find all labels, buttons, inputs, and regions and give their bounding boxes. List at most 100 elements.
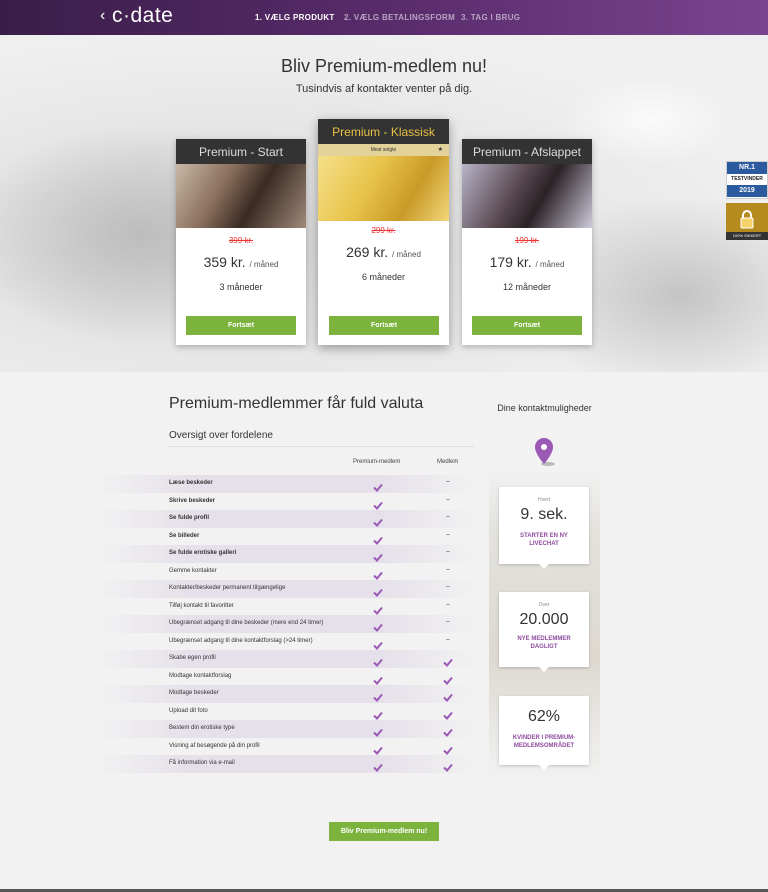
benefit-label: Se fulde profil [169, 515, 210, 521]
check-icon [373, 479, 383, 492]
lock-icon [740, 210, 754, 229]
plan-duration: 3 måneder [219, 282, 263, 292]
dash-icon: – [446, 548, 450, 555]
table-row: Få information via e-mail [95, 755, 475, 773]
plan-card-klassisk: Premium - Klassisk Mest solgte ★ 299 kr.… [318, 119, 449, 345]
divider [169, 446, 474, 447]
table-row: Bestem din erotiske type [95, 720, 475, 738]
check-icon [443, 759, 453, 772]
table-row: Læse beskeder – [95, 475, 475, 493]
benefits-title: Premium-medlemmer får fuld valuta [169, 395, 424, 412]
check-icon [443, 742, 453, 755]
check-icon [373, 602, 383, 615]
table-row: Tilføj kontakt til favoritter – [95, 598, 475, 616]
stat-new-members: Over 20.000 NYE MEDLEMMER DAGLIGT [499, 592, 589, 672]
testvinder-badge: NR.1 TESTVINDER 2019 [726, 161, 768, 199]
benefit-label: Ubegrænset adgang til dine kontaktforsla… [169, 637, 313, 644]
plan-photo [462, 164, 592, 228]
dash-icon: – [446, 618, 450, 625]
check-icon [373, 532, 383, 545]
benefit-label: Kontakter/beskeder permanent tilgængelig… [169, 585, 286, 591]
col-premium: Premium-medlem [353, 459, 401, 465]
plan-photo [318, 156, 449, 221]
benefit-label: Se billeder [169, 532, 200, 539]
benefit-label: Modtage kontaktforslag [169, 672, 232, 679]
secure-badge: 100% SIKKERT [726, 203, 768, 240]
plan-duration: 6 måneder [361, 272, 406, 282]
table-row: Se fulde erotiske galleri – [95, 545, 475, 563]
check-icon [443, 707, 453, 720]
benefit-label: Visning af besøgende på din profil [169, 742, 260, 749]
benefit-label: Skabe egen profil [169, 655, 216, 661]
benefit-label: Få information via e-mail [169, 760, 235, 766]
benefit-label: Ubegrænset adgang til dine beskeder (mer… [169, 620, 324, 626]
table-row: Ubegrænset adgang til dine beskeder (mer… [95, 615, 475, 633]
col-member: Medlem [437, 459, 459, 465]
continue-button[interactable]: Fortsæt [472, 316, 582, 335]
old-price: 399 kr. [228, 236, 253, 245]
step-1: 1. VÆLG PRODUKT [255, 13, 335, 22]
benefit-label: Gemme kontakter [169, 567, 217, 574]
check-icon [373, 497, 383, 510]
plan-title: Premium - Start [176, 139, 306, 164]
dash-icon: – [446, 600, 450, 608]
check-icon [443, 724, 453, 737]
plan-title: Premium - Klassisk [318, 119, 449, 144]
check-icon [373, 759, 383, 772]
benefit-label: Tilføj kontakt til favoritter [169, 602, 234, 609]
chevron-left-icon[interactable]: ‹ [100, 7, 105, 25]
benefit-label: Bestem din erotiske type [169, 725, 235, 731]
map-pin-icon [535, 438, 555, 466]
table-row: Kontakter/beskeder permanent tilgængelig… [95, 580, 475, 598]
check-icon [373, 689, 383, 702]
old-price: 199 kr. [514, 236, 539, 245]
dash-icon: – [446, 583, 450, 590]
step-3: 3. TAG I BRUG [461, 13, 521, 22]
table-row: Skabe egen profil [95, 650, 475, 668]
plan-duration: 12 måneder [502, 282, 552, 292]
dash-icon: – [446, 495, 450, 503]
become-premium-button[interactable]: Bliv Premium-medlem nu! [329, 822, 439, 841]
table-row: Upload dit foto [95, 703, 475, 721]
dash-icon: – [446, 565, 450, 573]
check-icon [373, 654, 383, 667]
plan-title: Premium - Afslappet [462, 139, 592, 164]
top-bar: ‹ c·date 1. VÆLG PRODUKT 2. VÆLG BETALIN… [0, 0, 768, 35]
old-price: 299 kr. [371, 226, 396, 235]
plan-card-start: Premium - Start 399 kr. 359 kr. / måned … [176, 139, 306, 345]
table-row: Skrive beskeder – [95, 493, 475, 511]
dash-icon: – [446, 513, 450, 520]
check-icon [373, 567, 383, 580]
table-row: Gemme kontakter – [95, 563, 475, 581]
benefit-label: Upload dit foto [169, 707, 208, 714]
benefits-subtitle: Oversigt over fordelene [169, 430, 273, 441]
benefits-table: Læse beskeder – Skrive beskeder – Se fulde p… [95, 475, 475, 773]
check-icon [373, 742, 383, 755]
dash-icon: – [446, 530, 450, 538]
logo[interactable]: c·date [112, 4, 173, 28]
continue-button[interactable]: Fortsæt [329, 316, 439, 335]
check-icon [443, 654, 453, 667]
check-icon [373, 514, 383, 527]
benefit-label: Læse beskeder [169, 480, 213, 486]
check-icon [373, 724, 383, 737]
table-row: Ubegrænset adgang til dine kontaktforsla… [95, 633, 475, 651]
benefit-label: Modtage beskeder [169, 690, 219, 696]
hero-subtitle: Tusindvis af kontakter venter på dig. [295, 83, 473, 95]
check-icon [373, 637, 383, 650]
contacts-title: Dine kontaktmuligheder [497, 403, 592, 413]
hero-title: Bliv Premium-medlem nu! [280, 56, 488, 76]
step-2: 2. VÆLG BETALINGSFORM [344, 13, 456, 22]
plan-price: 359 kr. / måned [203, 254, 279, 270]
benefit-label: Se fulde erotiske galleri [169, 550, 237, 556]
plan-price: 179 kr. / måned [489, 254, 565, 270]
plan-card-afslappet: Premium - Afslappet 199 kr. 179 kr. / må… [462, 139, 592, 345]
table-row: Modtage kontaktforslag [95, 668, 475, 686]
benefit-label: Skrive beskeder [169, 497, 216, 504]
dash-icon: – [446, 635, 450, 643]
check-icon [373, 619, 383, 632]
check-icon [373, 584, 383, 597]
table-row: Modtage beskeder [95, 685, 475, 703]
check-icon [373, 672, 383, 685]
continue-button[interactable]: Fortsæt [186, 316, 296, 335]
